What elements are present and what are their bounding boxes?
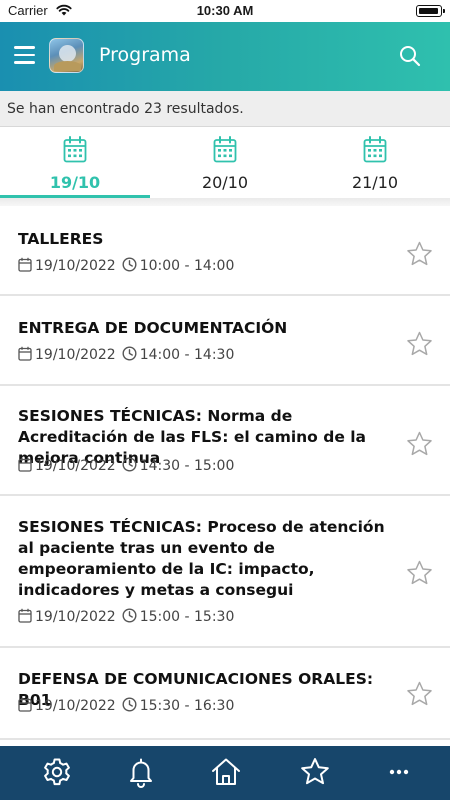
favorite-star-icon[interactable]: [405, 680, 434, 709]
calendar-icon: [18, 457, 32, 472]
event-meta: 19/10/2022 14:00 - 14:30: [18, 346, 234, 364]
event-time: 14:30 - 15:00: [139, 458, 235, 474]
status-bar: Carrier 10:30 AM: [0, 0, 450, 22]
event-item[interactable]: SESIONES TÉCNICAS: Norma de Acreditación…: [0, 386, 450, 496]
event-date: 19/10/2022: [35, 609, 116, 625]
star-icon[interactable]: [299, 756, 331, 788]
tabs-divider: [0, 198, 450, 206]
favorite-star-icon[interactable]: [405, 559, 434, 588]
clock-time: 10:30 AM: [196, 3, 254, 18]
calendar-icon: [213, 136, 237, 163]
bottom-nav: [0, 746, 450, 800]
battery-icon: [416, 5, 445, 17]
clock-icon: [122, 346, 137, 361]
calendar-icon: [18, 346, 32, 361]
clock-icon: [122, 608, 137, 623]
event-title: ENTREGA DE DOCUMENTACIÓN: [18, 319, 288, 337]
calendar-icon: [18, 257, 32, 272]
event-time: 10:00 - 14:00: [139, 258, 235, 274]
event-meta: 19/10/2022 14:30 - 15:00: [18, 457, 234, 475]
event-date: 19/10/2022: [35, 258, 116, 274]
calendar-icon: [63, 136, 87, 163]
app-logo: [49, 38, 84, 73]
event-meta: 19/10/2022 15:30 - 16:30: [18, 697, 234, 715]
tab-label: 19/10: [49, 173, 101, 192]
event-item[interactable]: TALLERES 19/10/2022 10:00 - 14:00: [0, 206, 450, 296]
calendar-icon: [18, 697, 32, 712]
event-item[interactable]: ENTREGA DE DOCUMENTACIÓN 19/10/2022 14:00…: [0, 296, 450, 386]
more-dots-icon[interactable]: [383, 756, 415, 788]
clock-icon: [122, 457, 137, 472]
page-title: Programa: [99, 44, 191, 66]
tab-21-10[interactable]: 21/10: [300, 127, 450, 198]
calendar-icon: [18, 608, 32, 623]
tab-label: 21/10: [351, 173, 399, 192]
tab-19-10[interactable]: 19/10: [0, 127, 150, 198]
hamburger-menu-icon[interactable]: [14, 46, 38, 66]
app-header: Programa: [0, 22, 450, 91]
event-time: 14:00 - 14:30: [139, 347, 235, 363]
home-icon[interactable]: [210, 756, 242, 788]
event-item[interactable]: DEFENSA DE COMUNICACIONES ORALES: B01 19…: [0, 648, 450, 740]
event-date: 19/10/2022: [35, 347, 116, 363]
event-title: SESIONES TÉCNICAS: Proceso de atención a…: [18, 518, 385, 599]
tab-label: 20/10: [201, 173, 249, 192]
event-time: 15:00 - 15:30: [139, 609, 235, 625]
favorite-star-icon[interactable]: [405, 430, 434, 459]
event-date: 19/10/2022: [35, 458, 116, 474]
calendar-icon: [363, 136, 387, 163]
event-title: TALLERES: [18, 230, 104, 248]
favorite-star-icon[interactable]: [405, 240, 434, 269]
event-item[interactable]: SESIONES TÉCNICAS: Proceso de atención a…: [0, 496, 450, 648]
clock-icon: [122, 697, 137, 712]
favorite-star-icon[interactable]: [405, 330, 434, 359]
search-icon[interactable]: [398, 44, 422, 68]
bell-icon[interactable]: [125, 756, 157, 788]
event-meta: 19/10/2022 15:00 - 15:30: [18, 608, 234, 626]
event-time: 15:30 - 16:30: [139, 698, 235, 714]
clock-icon: [122, 257, 137, 272]
event-date: 19/10/2022: [35, 698, 116, 714]
tab-20-10[interactable]: 20/10: [150, 127, 300, 198]
date-tabs: 19/10 20/10 21/10: [0, 127, 450, 198]
event-meta: 19/10/2022 10:00 - 14:00: [18, 257, 234, 275]
settings-gear-icon[interactable]: [41, 756, 73, 788]
results-bar: Se han encontrado 23 resultados.: [0, 91, 450, 127]
results-count-text: Se han encontrado 23 resultados.: [7, 101, 244, 117]
